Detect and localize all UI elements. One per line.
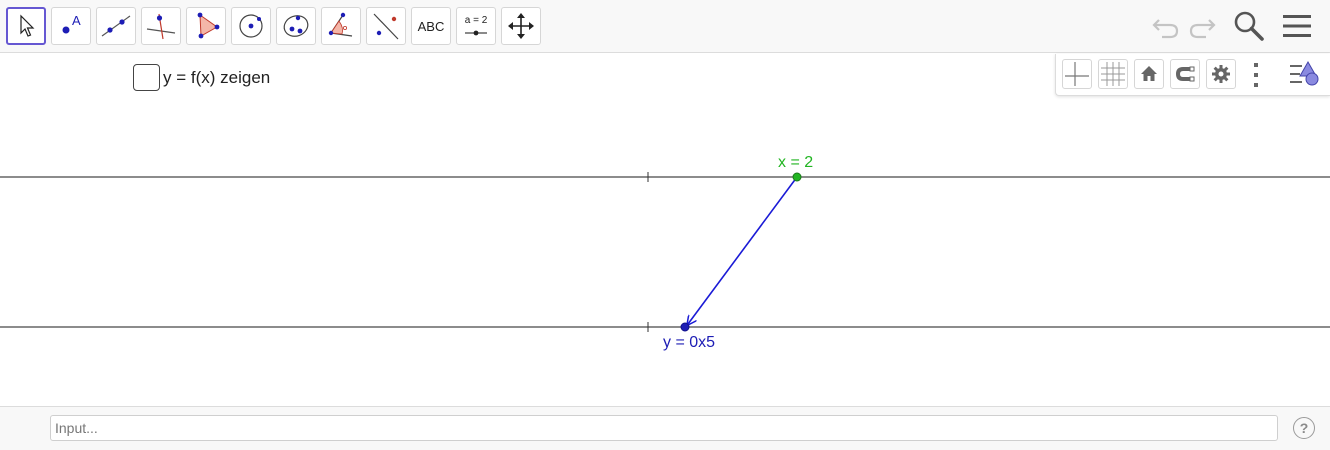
move-tool-button[interactable] — [6, 7, 46, 45]
y-point[interactable] — [680, 322, 690, 332]
gear-icon — [1212, 65, 1230, 83]
circle-icon — [239, 14, 263, 38]
graphics-view[interactable]: x = 2 y = 0x5 — [0, 54, 1330, 406]
move-arrows-icon — [508, 13, 534, 39]
grid-toggle-button[interactable] — [1098, 59, 1128, 89]
mapping-arrow — [688, 176, 798, 324]
more-icon[interactable] — [1252, 62, 1260, 88]
search-icon[interactable] — [1232, 9, 1266, 43]
cursor-icon — [20, 14, 35, 37]
redo-icon[interactable] — [1186, 10, 1218, 42]
point-tool-label: A — [72, 13, 81, 28]
input-bar: ? — [0, 406, 1330, 450]
geogebra-app: A ABC a = 2 x = 2 y = 0x5 y = f(x) zeige… — [0, 0, 1330, 450]
line-icon — [101, 15, 131, 37]
slider-tool-label: a = 2 — [464, 15, 488, 26]
home-button[interactable] — [1134, 59, 1164, 89]
point-tool-button[interactable]: A — [51, 7, 91, 45]
style-icon[interactable] — [1288, 60, 1324, 90]
angle-tool-button[interactable] — [321, 7, 361, 45]
toolbar: A ABC a = 2 — [0, 0, 1330, 53]
move-view-tool-button[interactable] — [501, 7, 541, 45]
line-tool-button[interactable] — [96, 7, 136, 45]
angle-icon — [328, 12, 353, 37]
x-point-label: x = 2 — [778, 154, 814, 171]
circle-tool-button[interactable] — [231, 7, 271, 45]
grid-icon — [1101, 62, 1125, 86]
slider-tool-button[interactable]: a = 2 — [456, 7, 496, 45]
graphics-canvas — [0, 172, 1330, 332]
axes-icon — [1065, 62, 1089, 86]
point-icon — [62, 26, 70, 34]
perpendicular-line-icon — [146, 13, 176, 40]
conic-tool-button[interactable] — [276, 7, 316, 45]
axes-toggle-button[interactable] — [1062, 59, 1092, 89]
style-bar — [1055, 54, 1330, 96]
reflect-tool-button[interactable] — [366, 7, 406, 45]
conic-icon — [283, 15, 309, 37]
settings-button[interactable] — [1206, 59, 1236, 89]
y-point-label: y = 0x5 — [663, 334, 716, 351]
reflect-icon — [373, 13, 399, 40]
polygon-tool-button[interactable] — [186, 7, 226, 45]
x-point[interactable] — [792, 172, 802, 182]
polygon-icon — [197, 12, 220, 39]
help-button[interactable]: ? — [1293, 417, 1315, 439]
text-tool-label: ABC — [417, 18, 445, 34]
text-tool-button[interactable]: ABC — [411, 7, 451, 45]
checkbox-label: y = f(x) zeigen — [163, 67, 271, 87]
snap-button[interactable] — [1170, 59, 1200, 89]
home-icon — [1141, 66, 1157, 81]
perpendicular-line-tool-button[interactable] — [141, 7, 181, 45]
algebra-input-field[interactable] — [50, 415, 1278, 441]
show-function-checkbox[interactable]: y = f(x) zeigen — [133, 64, 270, 91]
menu-icon[interactable] — [1282, 12, 1312, 40]
checkbox-box[interactable] — [133, 64, 160, 91]
magnet-icon — [1176, 66, 1195, 82]
undo-icon[interactable] — [1150, 10, 1182, 42]
